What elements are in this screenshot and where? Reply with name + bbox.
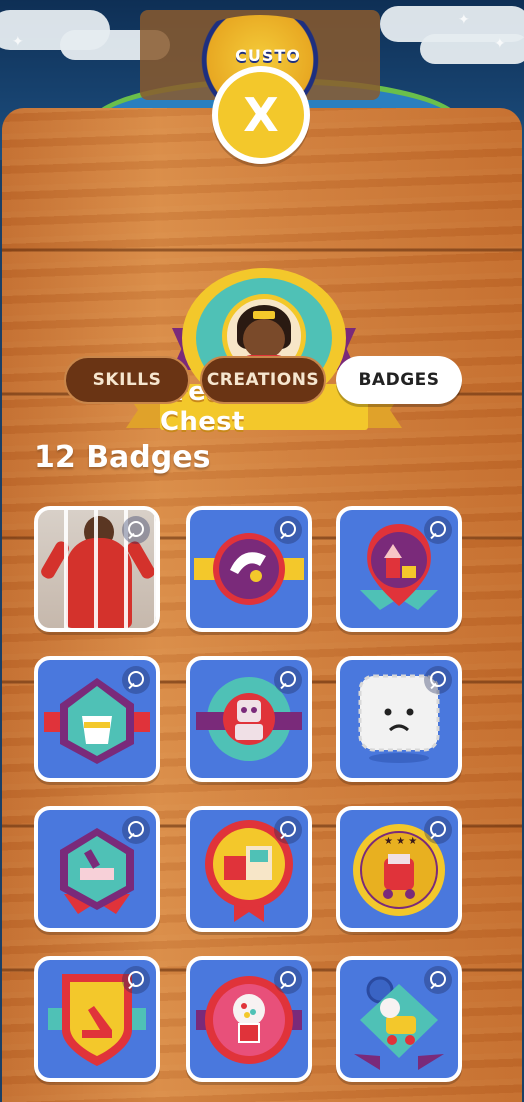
badge-card[interactable] [336,956,462,1082]
badge-card[interactable] [186,656,312,782]
tab-creations[interactable]: CREATIONS [200,356,326,404]
badge-card[interactable] [34,806,160,932]
badge-card[interactable] [34,506,160,632]
badge-card[interactable] [336,656,462,782]
zoom-icon[interactable] [424,516,452,544]
zoom-icon[interactable] [274,516,302,544]
tab-skills[interactable]: SKILLS [64,356,190,404]
zoom-icon[interactable] [274,816,302,844]
zoom-icon[interactable] [424,666,452,694]
scene-sign-text: CUSTO [235,46,301,65]
zoom-icon[interactable] [122,966,150,994]
star-icon: ✦ [458,12,470,28]
zoom-icon[interactable] [274,966,302,994]
tab-bar: SKILLS CREATIONS BADGES [64,356,464,408]
badge-card[interactable] [186,806,312,932]
badge-card[interactable] [34,956,160,1082]
zoom-icon[interactable] [122,816,150,844]
badge-card[interactable]: ★ ★ ★ [336,806,462,932]
zoom-icon[interactable] [274,666,302,694]
badge-card[interactable] [34,656,160,782]
treasure-chest-emblem: ★ ★ Treasure Chest [126,268,402,438]
tab-badges[interactable]: BADGES [336,356,462,404]
close-button[interactable]: X [212,66,310,164]
cloud-decoration [420,34,524,64]
star-icon: ✦ [12,34,24,50]
zoom-icon[interactable] [424,816,452,844]
badge-card[interactable] [336,506,462,632]
star-icon: ✦ [494,36,506,52]
badge-card[interactable] [186,956,312,1082]
treasure-chest-panel: ★ ★ Treasure Chest SKILLS CREATIONS BADG… [2,108,522,1102]
zoom-icon[interactable] [122,516,150,544]
badge-card[interactable] [186,506,312,632]
zoom-icon[interactable] [122,666,150,694]
svg-text:★ ★ ★: ★ ★ ★ [384,836,417,847]
badge-count: 12 Badges [34,440,211,475]
zoom-icon[interactable] [424,966,452,994]
